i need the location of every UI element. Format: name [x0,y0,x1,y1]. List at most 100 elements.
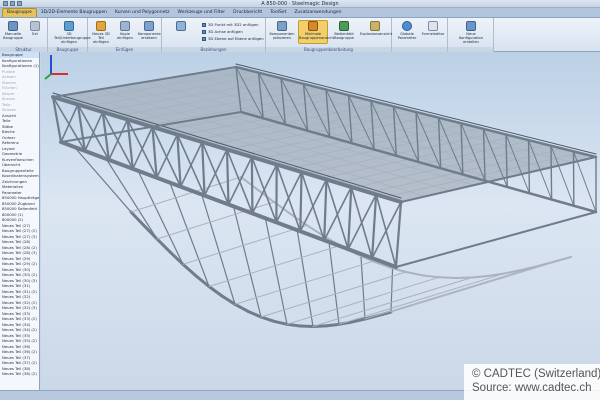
place-components-button[interactable]: Komponenten platzieren [268,21,296,40]
formula-icon [428,21,438,31]
formula-editor-button[interactable]: Formeleditor [420,21,446,36]
arch-crossbrace [234,260,374,305]
axis-triad-icon [44,55,68,80]
arch-hanger [296,229,314,328]
arch-crossbrace [156,201,275,240]
tree-item[interactable]: Neues Teil (37) (2) [0,360,39,366]
front-diagonal [347,193,377,250]
relation-icon [176,21,186,31]
ribbon-group-struktur: Manuelle Baugruppe Ext Struktur [0,18,48,52]
new-configuration-button[interactable]: Neue Konfiguration erstellen [454,21,488,44]
source-line: Source: www.cadtec.ch [472,382,592,394]
replace-component-button[interactable]: Komponente ersetzen [138,21,161,40]
plane-icon [202,36,206,41]
arch-chord [285,322,302,328]
point-constraint-button[interactable]: 3D Punkt mit 3D2 anfügen [202,22,259,27]
globe-icon [402,21,412,31]
axis-icon [202,29,206,34]
front-vertical [347,185,353,251]
front-vertical [299,170,303,233]
bridge-truss-model[interactable] [41,52,600,390]
explosion-view-button[interactable]: Explosionsansicht [360,21,392,36]
assembly-icon [8,21,18,31]
arch-crossbrace [390,256,572,313]
front-diagonal [60,103,79,143]
copy-icon [120,21,130,31]
tree-item[interactable]: Neues Teil (34) (2) [0,327,39,333]
ribbon-group-parameter: Globale Parameter Formeleditor [392,18,448,52]
ribbon-group-einfuegen: Neues 3D Teil einfügen Kopie einfügen Ko… [88,18,162,52]
front-vertical [370,193,378,260]
minimal-assembly-view-button[interactable]: Minimale Baugruppenansicht [298,20,334,44]
arch-crossbrace [182,224,308,265]
part-icon [96,21,106,31]
arch-chord [155,237,172,254]
ribbon-group-beziehungen: 3D Punkt mit 3D2 anfügen 3D Achse anfüge… [162,18,266,52]
front-diagonal [323,186,353,242]
tree-item[interactable]: 850000 Hauptträger [0,195,39,201]
insert-copy-button[interactable]: Kopie einfügen [114,21,136,40]
insert-subassembly-button[interactable]: 3D Teil/Unterbaugruppe einfügen [54,21,91,44]
back-arch-chord [438,276,457,280]
tab-4[interactable]: Druckbericht [229,9,266,17]
ribbon-group-baugruppenbearbeitung: Komponenten platzieren Minimale Baugrupp… [266,18,392,52]
back-arch-chord [405,271,424,277]
ribbon-tab-bar: Baugruppe 3D/2D-Elemente Baugruppen Kurven… [0,8,600,18]
tree-item[interactable]: Neues Teil (35) (2) [0,338,39,344]
feature-tree-panel[interactable]: Baugruppe Konfigurationen Konfigurationen … [0,52,40,390]
front-diagonal [275,171,303,224]
tab-6[interactable]: Zusatzanwendungen [290,9,345,17]
ext-button[interactable]: Ext [24,21,46,36]
back-arch-chord [421,274,440,279]
arch-chord [233,302,250,313]
tab-0[interactable]: Baugruppe [2,8,37,17]
tree-item[interactable]: Neues Teil (28) (3) [0,250,39,256]
arch-chord [324,322,341,328]
back-arch-chord [240,176,259,191]
tree-item[interactable]: Koordinatensysteme [0,173,39,179]
tree-item[interactable]: Neues Teil (27) (2) [0,228,39,234]
arch-hanger [264,217,288,325]
panel-icon [339,21,349,31]
tree-item[interactable]: Neues Teil (36) (2) [0,349,39,355]
arch-crossbrace [208,244,341,287]
tree-item[interactable]: 850000 Seitenfeld [0,206,39,212]
title-bar: A 850-000 · Steelmagic Design [0,0,600,8]
arch-hanger [105,158,158,240]
arch-chord [259,315,276,323]
plane-constraint-button[interactable]: 3D Ebene auf Ebene anfügen [202,36,264,41]
ext-icon [30,21,40,31]
explode-icon [370,21,380,31]
tab-5[interactable]: ToolSet [266,9,290,17]
tree-item[interactable]: Neues Teil (29) (2) [0,261,39,267]
tab-2[interactable]: Kurven und Polygonnetz [111,9,174,17]
place-icon [277,21,287,31]
arch-chord [272,319,289,326]
ribbon-group-konfiguration: Neue Konfiguration erstellen [448,18,494,52]
tree-item[interactable]: Konfigurationen (1) [0,63,39,69]
tree-item[interactable]: Neues Teil (38) (2) [0,371,39,377]
front-vertical [225,148,230,206]
arch-chord [181,262,198,278]
minimal-view-icon [308,21,318,31]
manual-assembly-button[interactable]: Manuelle Baugruppe [2,21,24,40]
point-icon [202,22,206,27]
assembly-panel-button[interactable]: Bedienfeld Baugruppe [330,21,358,40]
back-arch-chord [537,260,556,267]
tab-1[interactable]: 3D/2D-Elemente Baugruppen [37,9,111,17]
replace-icon [144,21,154,31]
back-vertical [527,139,531,194]
relation-button[interactable] [170,21,192,32]
ribbon: Manuelle Baugruppe Ext Struktur 3D Teil/… [0,18,600,52]
arch-chord [168,250,185,266]
axis-constraint-button[interactable]: 3D Achse anfügen [202,29,243,34]
arch-chord [207,284,224,298]
window-title: A 850-000 · Steelmagic Design [261,1,339,7]
tree-item[interactable]: Neues Teil (32) (3) [0,305,39,311]
global-parameters-button[interactable]: Globale Parameter [394,21,420,40]
3d-viewport[interactable] [41,52,600,390]
tab-3[interactable]: Werkzeuge und Filter [174,9,230,17]
new-part-button[interactable]: Neues 3D Teil einfügen [90,21,112,44]
tree-item[interactable]: Neues Teil (33) (2) [0,316,39,322]
tree-item[interactable]: Neues Teil (30) (2) [0,272,39,278]
